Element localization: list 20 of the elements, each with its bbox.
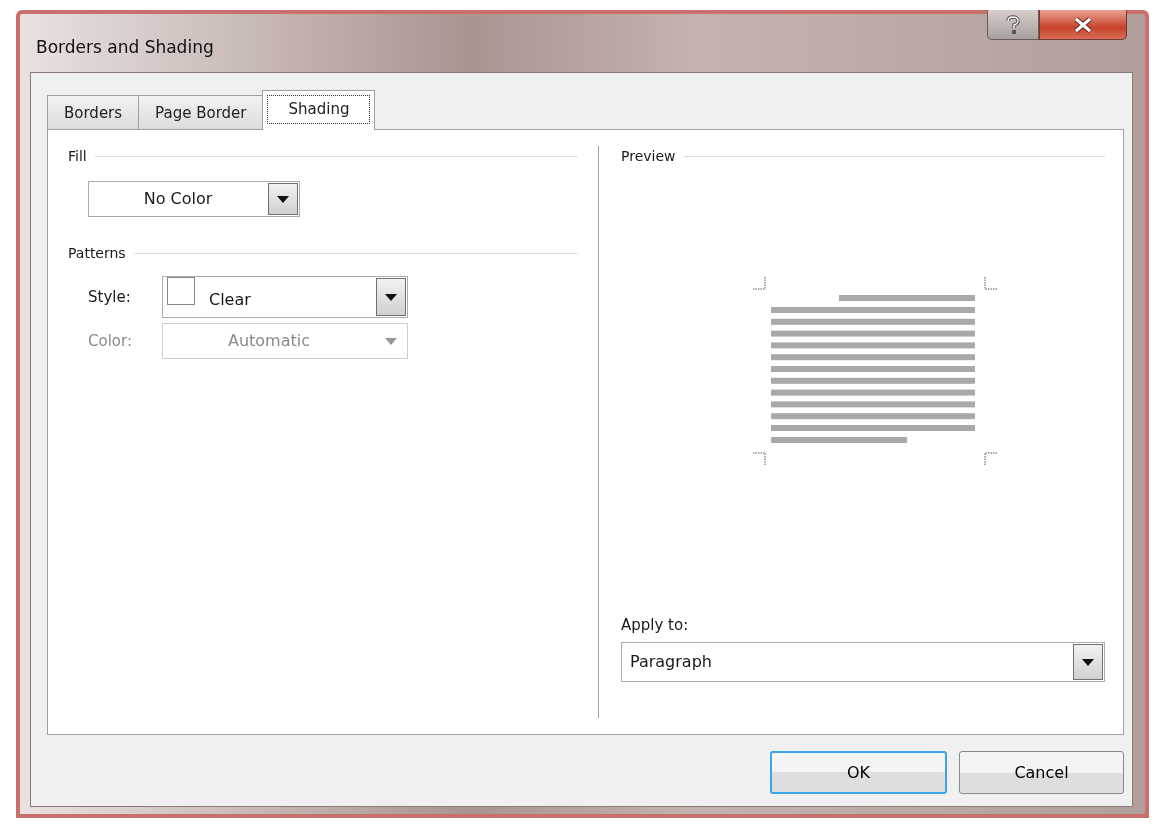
cancel-button[interactable]: Cancel (959, 751, 1124, 794)
style-dropdown[interactable]: Clear (162, 276, 408, 318)
apply-to-dropdown[interactable]: Paragraph (621, 642, 1105, 682)
group-heading: Preview (621, 147, 676, 166)
field-label: Apply to: (621, 614, 690, 636)
group-heading: Fill (68, 147, 87, 166)
field-label: Color: (88, 330, 133, 352)
help-icon (1005, 14, 1021, 35)
tab[interactable]: Borders (47, 95, 140, 129)
tab[interactable]: Page Border (138, 95, 264, 129)
ok-button[interactable]: OK (770, 751, 947, 794)
help-button[interactable] (987, 10, 1039, 40)
field-label: Style: (88, 286, 132, 308)
pattern-swatch (167, 277, 195, 305)
tab[interactable]: Shading (262, 90, 376, 130)
group-heading: Patterns (68, 244, 126, 263)
fill-dropdown[interactable]: No Color (88, 181, 300, 217)
window-title: Borders and Shading (36, 35, 214, 59)
close-icon (1073, 16, 1093, 33)
close-button[interactable] (1039, 10, 1127, 40)
